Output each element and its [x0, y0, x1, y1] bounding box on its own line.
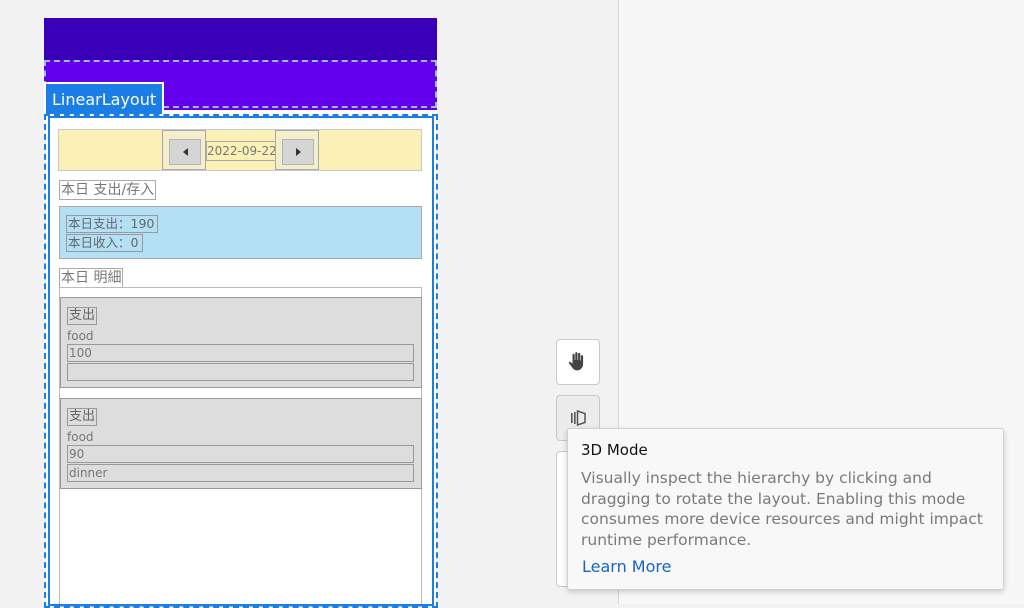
- tooltip-title: 3D Mode: [581, 441, 648, 459]
- 3d-layers-icon: [571, 409, 586, 427]
- selection-outline: [44, 114, 438, 608]
- learn-more-link[interactable]: Learn More: [582, 557, 671, 576]
- selected-component-label[interactable]: LinearLayout: [44, 82, 165, 114]
- pan-mode-button[interactable]: [556, 339, 600, 385]
- status-bar: [44, 18, 437, 60]
- tooltip-body: Visually inspect the hierarchy by clicki…: [581, 469, 983, 549]
- hand-icon: [568, 352, 584, 371]
